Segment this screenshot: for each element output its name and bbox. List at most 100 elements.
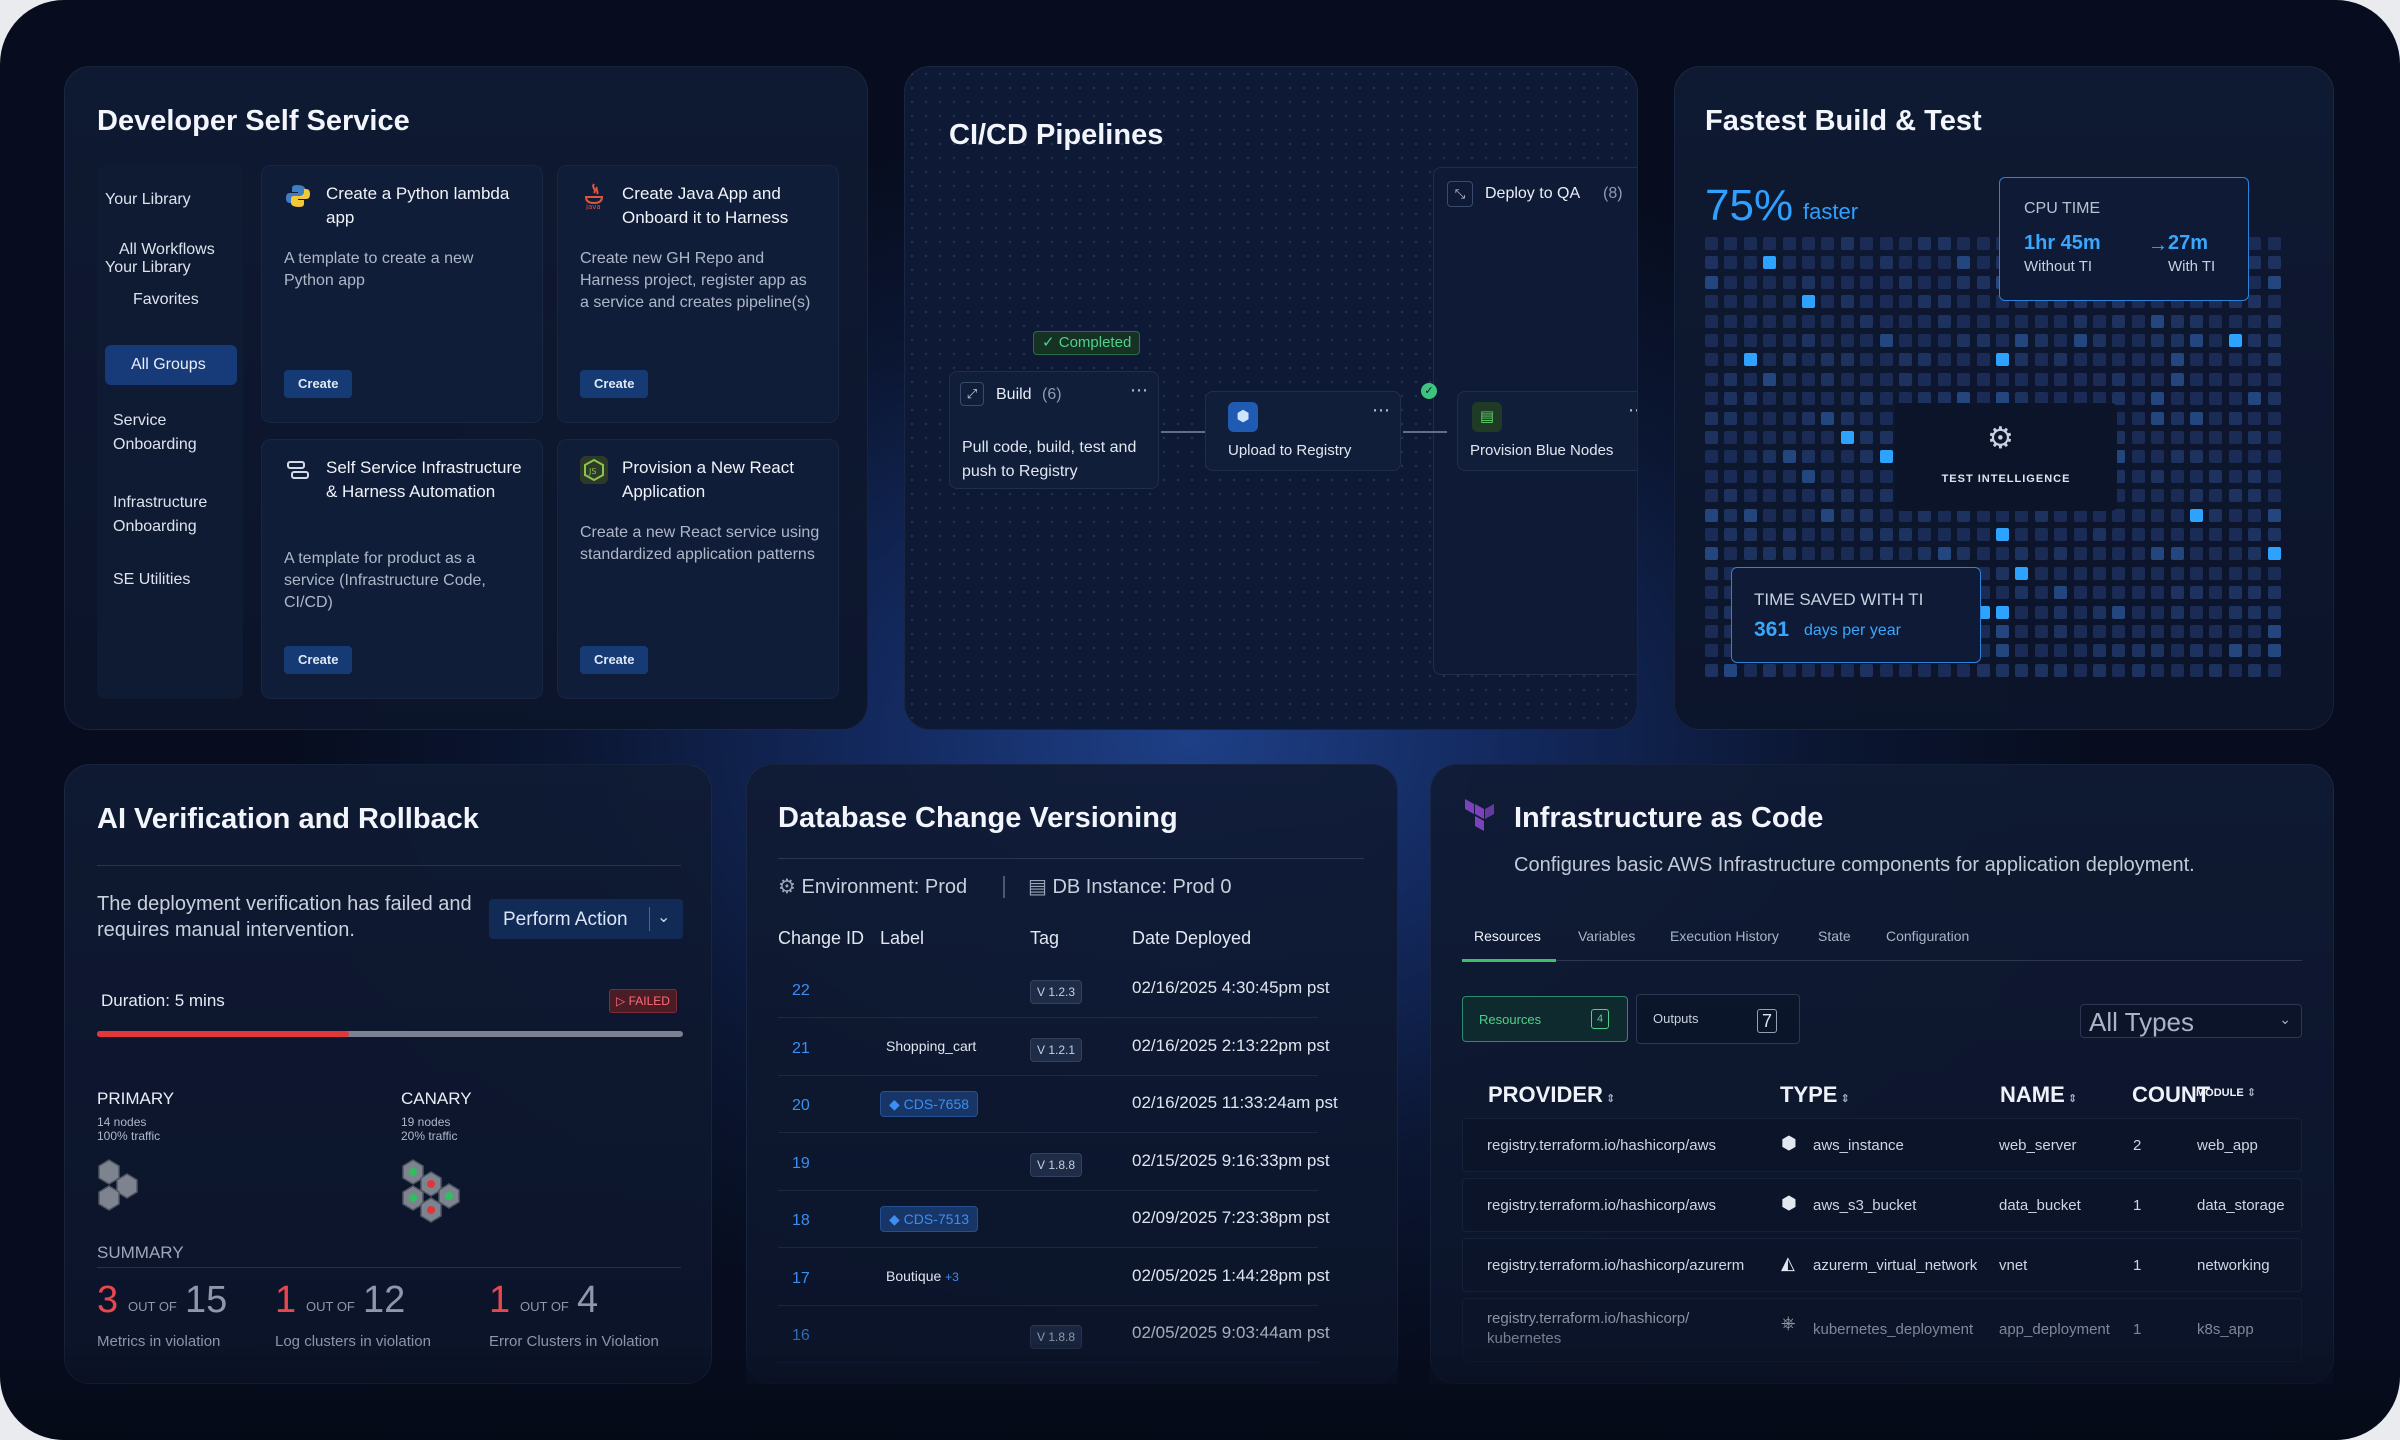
create-button[interactable]: Create <box>580 370 649 398</box>
grid-cell <box>1782 663 1796 677</box>
grid-cell <box>1937 547 1951 561</box>
table-row[interactable]: registry.terraform.io/hashicorp/aws ⬢ aws_… <box>1462 1118 2302 1172</box>
grid-cell <box>2190 625 2203 638</box>
grid-cell <box>2267 372 2281 386</box>
sidebar-item-se-utilities[interactable]: SE Utilities <box>113 571 190 589</box>
change-id[interactable]: 19 <box>792 1155 810 1173</box>
grid-cell <box>2209 489 2223 503</box>
change-id[interactable]: 17 <box>792 1270 810 1288</box>
instance-filter[interactable]: ▤ DB Instance: Prod 0 <box>1028 874 1231 899</box>
grid-cell <box>2170 625 2184 638</box>
change-id[interactable]: 20 <box>792 1097 810 1115</box>
upload-stage-node[interactable]: ⬢ ⋯ Upload to Registry <box>1205 391 1401 471</box>
grid-cell <box>1879 547 1893 561</box>
grid-cell <box>1705 663 1718 677</box>
grid-cell <box>1724 663 1738 677</box>
grid-cell <box>1860 547 1874 561</box>
grid-cell <box>1840 334 1854 347</box>
template-card[interactable]: Create a Python lambda app A template to… <box>261 165 543 423</box>
grid-cell <box>2151 663 2165 677</box>
template-card[interactable]: java Create Java App and Onboard it to H… <box>557 165 839 423</box>
grid-cell <box>1782 256 1796 270</box>
create-button[interactable]: Create <box>284 370 353 398</box>
grid-cell <box>1840 469 1854 483</box>
label-text: Shopping_cart <box>886 1037 977 1054</box>
grid-cell <box>1860 256 1874 270</box>
tab-variables[interactable]: Variables <box>1578 928 1635 944</box>
divider <box>97 865 681 866</box>
grid-cell <box>1976 314 1990 328</box>
status-text: FAILED <box>628 994 670 1008</box>
tab-state[interactable]: State <box>1818 928 1851 944</box>
column-header-name[interactable]: NAME ⇕ <box>2000 1082 2077 1108</box>
count-cell: 1 <box>2133 1197 2142 1214</box>
table-row[interactable]: 22 V 1.2.3 02/16/2025 4:30:45pm pst <box>778 962 1330 1018</box>
grid-cell <box>1705 547 1718 561</box>
table-row[interactable]: 16 V 1.8.8 02/05/2025 9:03:44am pst <box>778 1307 1330 1363</box>
environment-filter[interactable]: ⚙ Environment: Prod <box>778 874 967 899</box>
template-card[interactable]: Self Service Infrastructure & Harness Au… <box>261 439 543 699</box>
perform-action-button[interactable]: Perform Action ⌄ <box>489 899 683 939</box>
grid-cell <box>2015 334 2029 347</box>
tab-resources[interactable]: Resources <box>1462 916 1556 962</box>
outputs-toggle[interactable]: Outputs 7 <box>1636 994 1800 1044</box>
table-row[interactable]: registry.terraform.io/hashicorp/ kuberne… <box>1462 1298 2302 1362</box>
table-row[interactable]: 21 Shopping_cart V 1.2.1 02/16/2025 2:13:22… <box>778 1020 1330 1076</box>
grid-cell <box>2190 547 2203 561</box>
grid-cell <box>1879 372 1893 386</box>
table-row[interactable]: 20 ◆ CDS-7658 02/16/2025 11:33:24am pst <box>778 1077 1338 1133</box>
column-header: Label <box>880 928 925 948</box>
grid-cell <box>2093 353 2106 367</box>
type-filter-select[interactable]: All Types ⌄ <box>2080 1004 2302 1038</box>
table-row[interactable]: registry.terraform.io/hashicorp/azurerm ◭… <box>1462 1238 2302 1292</box>
deploy-stage-header[interactable]: ⤡ Deploy to QA (8) <box>1447 179 1637 211</box>
more-options-icon[interactable]: ⋯ <box>1628 400 1637 421</box>
sidebar-item-all-workflows[interactable]: All Workflows <box>119 241 215 259</box>
table-row[interactable]: 17 Boutique +3 02/05/2025 1:44:28pm pst <box>778 1250 1330 1306</box>
grid-cell <box>1705 625 1718 638</box>
more-options-icon[interactable]: ⋯ <box>1372 400 1390 421</box>
grid-cell <box>1705 334 1718 347</box>
grid-cell <box>2209 392 2223 406</box>
sidebar-item-favorites[interactable]: Favorites <box>133 291 199 309</box>
sidebar-item-your-library[interactable]: Your Library <box>105 191 191 209</box>
resources-toggle[interactable]: Resources 4 <box>1462 996 1628 1042</box>
sidebar-item-all-groups[interactable]: All Groups <box>105 345 237 385</box>
cpu-time-card: CPU TIME 1hr 45m → 27m Without TI With T… <box>1999 177 2249 301</box>
tab-configuration[interactable]: Configuration <box>1886 928 1969 944</box>
grid-cell <box>2267 334 2281 347</box>
sidebar-item-infrastructure-onboarding[interactable]: Infrastructure Onboarding <box>113 491 233 539</box>
create-button[interactable]: Create <box>580 646 649 674</box>
change-id[interactable]: 22 <box>792 982 810 1000</box>
grid-cell <box>2034 528 2048 541</box>
grid-cell <box>1724 450 1738 464</box>
column-header-type[interactable]: TYPE ⇕ <box>1780 1082 1850 1108</box>
grid-cell <box>1840 489 1854 503</box>
grid-cell <box>1840 411 1854 425</box>
sidebar-item-your-library[interactable]: Your Library <box>105 259 191 277</box>
build-stage-node[interactable]: ⤢ Build (6) ⋯ Pull code, build, test and… <box>949 371 1159 489</box>
column-header-module[interactable]: MODULE ⇕ <box>2196 1086 2256 1099</box>
change-id[interactable]: 18 <box>792 1212 810 1230</box>
column-header-provider[interactable]: PROVIDER ⇕ <box>1488 1082 1615 1108</box>
provision-stage-node[interactable]: ▤ ⋯ Provision Blue Nodes <box>1457 391 1637 471</box>
template-card[interactable]: JS Provision a New React Application Cre… <box>557 439 839 699</box>
sidebar-item-service-onboarding[interactable]: Service Onboarding <box>113 409 223 457</box>
table-row[interactable]: 18 ◆ CDS-7513 02/09/2025 7:23:38pm pst <box>778 1192 1330 1248</box>
grid-cell <box>2228 644 2242 658</box>
more-options-icon[interactable]: ⋯ <box>1130 380 1148 401</box>
grid-cell <box>2248 237 2262 250</box>
change-id[interactable]: 16 <box>792 1327 810 1345</box>
grid-cell <box>1802 372 1815 386</box>
create-button[interactable]: Create <box>284 646 353 674</box>
grid-cell <box>2248 353 2262 367</box>
grid-cell <box>1802 547 1815 561</box>
grid-cell <box>2190 489 2203 503</box>
tab-execution-history[interactable]: Execution History <box>1670 928 1779 944</box>
change-id[interactable]: 21 <box>792 1040 810 1058</box>
table-row[interactable]: 19 V 1.8.8 02/15/2025 9:16:33pm pst <box>778 1135 1330 1191</box>
table-row[interactable]: registry.terraform.io/hashicorp/aws ⬢ aws_… <box>1462 1178 2302 1232</box>
extra-count[interactable]: +3 <box>945 1270 959 1284</box>
grid-cell <box>2151 353 2165 367</box>
duration-label: Duration: 5 mins <box>101 991 225 1010</box>
